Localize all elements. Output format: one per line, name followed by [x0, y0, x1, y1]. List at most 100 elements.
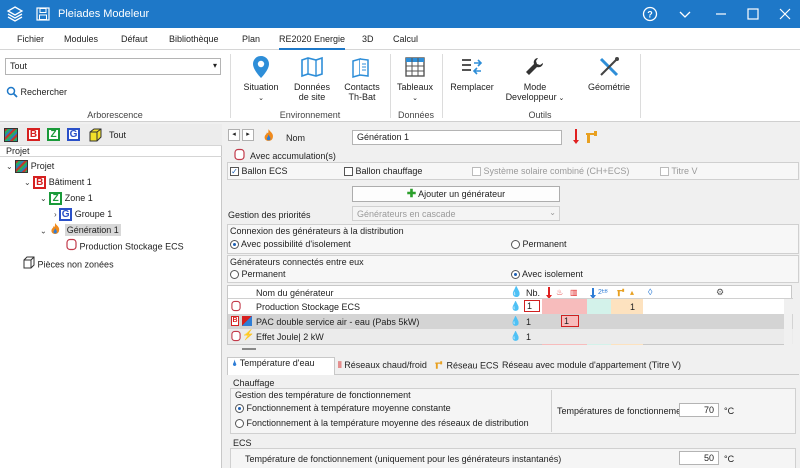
tab-reseau-ecs[interactable]: Réseau ECS: [434, 360, 499, 372]
collapse-ribbon-icon[interactable]: [676, 5, 694, 23]
generator-nb: 1: [526, 332, 532, 342]
mode-dev-label-2: Developpeur: [505, 92, 557, 102]
ribbon-separator: [640, 54, 641, 118]
ecs-section-label: ECS: [233, 438, 252, 448]
save-icon[interactable]: [36, 7, 50, 21]
remplacer-label: Remplacer: [450, 82, 494, 92]
tree-item-groupe[interactable]: › G Groupe 1: [54, 206, 112, 222]
menu-bibliotheque[interactable]: Bibliothèque: [169, 34, 219, 44]
temp-constante-radio[interactable]: Fonctionnement à température moyenne con…: [235, 403, 451, 414]
avec-isolement-radio[interactable]: Avec possibilité d'isolement: [230, 239, 351, 250]
tree-item-pieces-non-zonees[interactable]: Pièces non zonées: [22, 256, 114, 272]
nav-prev-button[interactable]: ◂: [228, 129, 240, 141]
generator-nb[interactable]: 1: [524, 300, 540, 312]
tree-item-zone[interactable]: ⌄ Z Zone 1: [40, 190, 93, 206]
hatch-filter-icon[interactable]: [4, 128, 18, 142]
filter-select[interactable]: Tout ▾: [5, 58, 221, 75]
menu-3d[interactable]: 3D: [362, 34, 374, 44]
ballon-chauffage-label: Ballon chauffage: [355, 166, 423, 176]
generator-name: Effet Joule| 2 kW: [256, 332, 324, 342]
tree-item-batiment[interactable]: ⌄ B Bâtiment 1: [24, 174, 92, 190]
tree-filter-all[interactable]: Tout: [109, 130, 126, 140]
tree-label: Pièces non zonées: [37, 259, 114, 270]
radio-dot: [235, 419, 244, 429]
opt2-label: Fonctionnement à la température moyenne …: [246, 418, 529, 428]
tap-icon: [434, 360, 444, 372]
tank-icon: [231, 300, 241, 314]
tree-item-projet[interactable]: ⌄ Projet: [6, 158, 54, 174]
gestion-priorites-label: Gestion des priorités: [228, 210, 311, 220]
heat-pump-icon: [242, 316, 252, 326]
tank-icon: [66, 238, 77, 256]
zone-icon: Z: [49, 192, 63, 206]
menu-re2020-energie[interactable]: RE2020 Energie: [279, 34, 346, 50]
table-scrollbar[interactable]: [784, 299, 792, 345]
groupe-filter-icon[interactable]: G: [67, 128, 80, 141]
batiment-filter-icon[interactable]: B: [27, 128, 40, 141]
maximize-icon[interactable]: [744, 5, 762, 23]
avec-isolement2-radio[interactable]: Avec isolement: [511, 269, 583, 280]
donnees-de-site-button[interactable]: Données de site: [290, 55, 334, 102]
menu-calcul[interactable]: Calcul: [393, 34, 418, 44]
generator-nb: 1: [526, 317, 532, 327]
tree-label: Bâtiment 1: [48, 177, 92, 187]
permanent2-label: Permanent: [241, 269, 286, 279]
radio-dot: [230, 270, 239, 280]
table-row[interactable]: B PAC double service air - eau (Pabs 5kW…: [228, 314, 793, 329]
donnees-site-label-2: de site: [298, 92, 326, 102]
ajouter-generateur-button[interactable]: ✚ Ajouter un générateur: [352, 186, 560, 202]
ecs-temp-input[interactable]: 50: [679, 451, 719, 465]
tree-item-generation[interactable]: ⌄ Génération 1: [40, 222, 121, 238]
permanent2-radio[interactable]: Permanent: [230, 269, 286, 280]
minimize-icon[interactable]: [712, 5, 730, 23]
geometrie-button[interactable]: Géométrie: [584, 55, 634, 92]
mode-developpeur-button[interactable]: Mode Developpeur ⌄: [505, 55, 565, 104]
contacts-th-bat-button[interactable]: Contacts Th-Bat: [340, 55, 384, 102]
systeme-solaire-check: [472, 167, 481, 177]
ballon-ecs-checkbox[interactable]: Ballon ECS: [230, 166, 288, 177]
nom-input[interactable]: Génération 1: [352, 130, 562, 145]
gestion-priorites-select[interactable]: Générateurs en cascade ⌄: [352, 206, 560, 221]
drop-blue-icon: 💧: [510, 316, 522, 326]
menu-plan[interactable]: Plan: [242, 34, 260, 44]
filter-select-value: Tout: [10, 61, 28, 71]
tree-item-production-stockage[interactable]: Production Stockage ECS: [66, 238, 184, 254]
thermometer-blue-icon: 🌢: [232, 358, 238, 368]
menu-defaut[interactable]: Défaut: [121, 34, 148, 44]
cube-filter-icon[interactable]: [88, 128, 102, 142]
generator-ch-count[interactable]: 1: [561, 315, 579, 327]
permanent-radio[interactable]: Permanent: [511, 239, 567, 250]
search-button[interactable]: Rechercher: [6, 86, 67, 100]
chauffage-section-label: Chauffage: [233, 378, 275, 388]
tap-icon: [584, 129, 600, 147]
ballon-chauffage-checkbox[interactable]: Ballon chauffage: [344, 166, 423, 177]
settings-icon: ⚙: [716, 287, 725, 297]
tab-temperature-eau[interactable]: 🌢 Température d'eau: [227, 357, 335, 376]
zone-filter-icon[interactable]: Z: [47, 128, 60, 141]
ribbon: Tout ▾ Rechercher Arborescence Situation…: [0, 50, 800, 122]
batiment-icon: B: [231, 316, 239, 326]
tab-reseaux-chaud-froid[interactable]: ⫴ Réseaux chaud/froid: [338, 360, 427, 371]
close-icon[interactable]: [776, 5, 794, 23]
menu-fichier[interactable]: Fichier: [17, 34, 44, 44]
situation-button[interactable]: Situation ⌄: [238, 55, 284, 104]
table-resize-handle[interactable]: [242, 348, 256, 350]
temp-reseaux-radio[interactable]: Fonctionnement à la température moyenne …: [235, 418, 529, 429]
table-row[interactable]: ⚡ Effet Joule| 2 kW 💧 1: [228, 329, 793, 344]
temp-fonct-input[interactable]: 70: [679, 403, 719, 417]
tab-reseau-module-appartement[interactable]: Réseau avec module d'appartement (Titre …: [502, 360, 681, 370]
temp-fonct-label: Températures de fonctionnement: [557, 406, 689, 416]
avec-accumulation-label: Avec accumulation(s): [250, 151, 336, 161]
generator-ecs-count: 1: [630, 302, 636, 312]
systeme-solaire-checkbox[interactable]: Système solaire combiné (CH+ECS): [472, 166, 629, 177]
remplacer-button[interactable]: Remplacer: [447, 55, 497, 92]
nav-next-button[interactable]: ▸: [242, 129, 254, 141]
help-icon[interactable]: ?: [641, 5, 659, 23]
menu-modules[interactable]: Modules: [64, 34, 98, 44]
tableaux-button[interactable]: Tableaux ⌄: [394, 55, 436, 104]
donnees-site-label-1: Données: [293, 82, 331, 92]
titre-v-label: Titre V: [671, 166, 698, 176]
ecs-unit: °C: [724, 454, 735, 464]
table-row[interactable]: Production Stockage ECS 💧 1 1: [228, 299, 793, 314]
titre-v-checkbox[interactable]: Titre V: [660, 166, 698, 177]
